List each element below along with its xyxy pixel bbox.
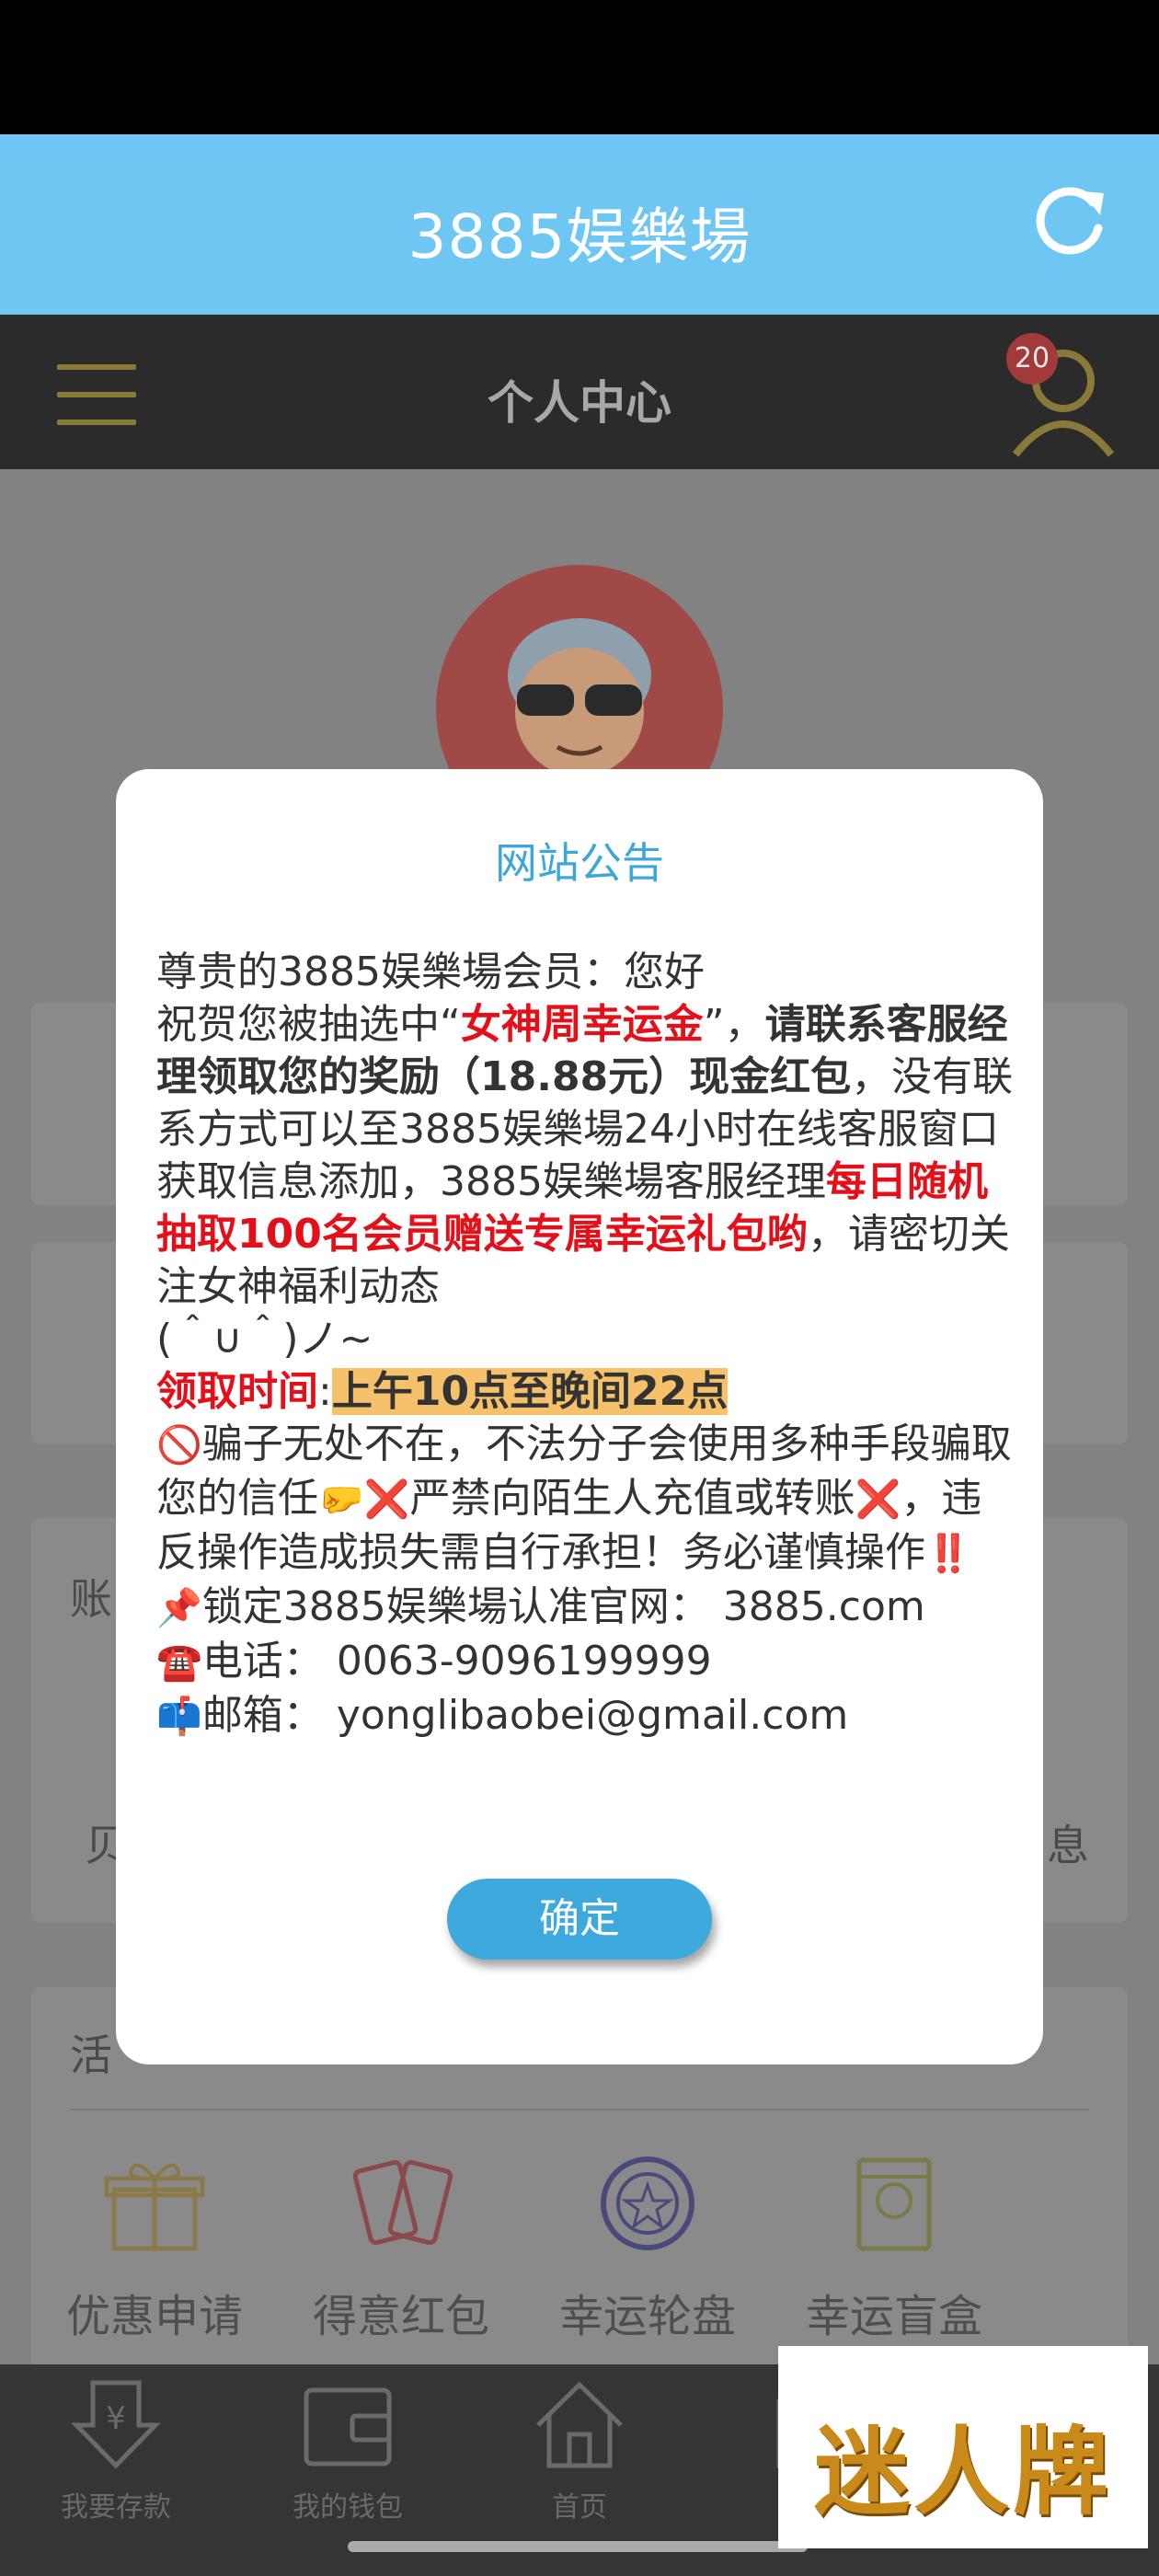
activity-item[interactable]: 幸运盲盒: [771, 2153, 1017, 2344]
status-bar: [0, 0, 1159, 134]
cross-icon: ❌: [855, 1478, 901, 1521]
modal-body: 尊贵的3885娱樂場会员：您好 祝贺您被抽选中“女神周幸运金”，请联系客服经理领…: [156, 946, 1021, 1743]
activity-label: 得意红包: [312, 2291, 489, 2342]
announcement-modal: 网站公告 尊贵的3885娱樂場会员：您好 祝贺您被抽选中“女神周幸运金”，请联系…: [116, 769, 1043, 2064]
page-title: 个人中心: [488, 376, 671, 430]
svg-text:¥: ¥: [106, 2400, 126, 2437]
activity-item[interactable]: 幸运轮盘: [524, 2153, 771, 2344]
wallet-icon: [304, 2387, 392, 2467]
email-line: 📫邮箱： yonglibaobei@gmail.com: [156, 1689, 1021, 1743]
watermark-text: 迷人牌: [813, 2416, 1112, 2528]
time-line: 领取时间:上午10点至晚间22点: [156, 1365, 1021, 1418]
double-exclamation-icon: ‼️: [925, 1533, 971, 1575]
nav-deposit[interactable]: ¥ 我要存款: [15, 2374, 217, 2524]
kaomoji-line: (＾∪＾)ノ~: [156, 1316, 373, 1363]
deposit-icon: ¥: [71, 2380, 161, 2469]
nav-label: 我的钱包: [293, 2491, 403, 2524]
telephone-icon: ☎️: [156, 1641, 202, 1684]
text-segment: 祝贺您被抽选中“: [156, 1001, 461, 1048]
pushpin-icon: 📌: [156, 1587, 202, 1629]
red-envelope-icon: [352, 2159, 453, 2246]
fist-icon: 🤛: [318, 1478, 364, 1521]
activities-title: 活: [70, 2030, 112, 2080]
watermark-logo: 迷人牌: [778, 2346, 1148, 2548]
divider: [70, 2109, 1089, 2110]
time-label: 领取时间: [156, 1368, 318, 1415]
nav-home[interactable]: 首页: [478, 2374, 681, 2524]
account-card-title: 账: [70, 1574, 112, 1624]
phone-value: 0063-9096199999: [336, 1638, 712, 1685]
email-label: 邮箱：: [201, 1692, 324, 1739]
activity-label: 幸运轮盘: [558, 2291, 736, 2342]
modal-title: 网站公告: [495, 838, 664, 888]
warning-text: 严禁向陌生人充值或转账: [409, 1475, 855, 1522]
browser-title: 3885娱樂場: [407, 201, 752, 272]
email-value: yonglibaobei@gmail.com: [336, 1692, 849, 1739]
highlight-text: 女神周幸运金: [460, 1001, 704, 1048]
prohibited-icon: 🚫: [156, 1424, 202, 1466]
text-segment: ”，: [703, 1001, 765, 1048]
browser-bar: 3885娱樂場: [0, 134, 1159, 315]
nav-label: 我要存款: [61, 2491, 171, 2524]
cross-icon: ❌: [363, 1478, 410, 1521]
phone-line: ☎️电话： 0063-9096199999: [156, 1635, 1021, 1689]
activities-row: 优惠申请 得意红包 幸运轮盘 幸运盲盒: [31, 2153, 1128, 2344]
home-indicator[interactable]: [348, 2541, 808, 2552]
confirm-button[interactable]: 确定: [447, 1879, 712, 1960]
app-header: 个人中心 20: [0, 315, 1159, 469]
nav-label: 首页: [552, 2491, 607, 2524]
home-icon: [536, 2381, 623, 2468]
mailbox-icon: 📫: [156, 1696, 202, 1738]
activity-item[interactable]: 优惠申请: [31, 2153, 278, 2344]
activity-item[interactable]: 得意红包: [278, 2153, 524, 2344]
activity-label: 优惠申请: [65, 2291, 243, 2342]
time-colon: :: [318, 1368, 332, 1415]
notification-badge: 20: [1006, 333, 1058, 385]
gift-icon: [104, 2163, 205, 2251]
phone-label: 电话：: [201, 1638, 324, 1685]
warning-paragraph: 🚫骗子无处不在，不法分子会使用多种手段骗取您的信任🤛❌严禁向陌生人充值或转账❌，…: [156, 1418, 1021, 1581]
refresh-icon[interactable]: [1028, 182, 1109, 263]
roulette-icon: [601, 2156, 694, 2250]
site-label: 锁定3885娱樂場认准官网：: [201, 1583, 710, 1630]
time-value: 上午10点至晚间22点: [331, 1368, 729, 1415]
nav-wallet[interactable]: 我的钱包: [247, 2374, 449, 2524]
greeting-line: 尊贵的3885娱樂場会员：您好: [156, 949, 705, 995]
site-value: 3885.com: [722, 1583, 925, 1630]
account-card-right-label: 息: [1047, 1821, 1089, 1870]
site-line: 📌锁定3885娱樂場认准官网： 3885.com: [156, 1581, 1021, 1635]
activity-label: 幸运盲盒: [805, 2291, 982, 2342]
mystery-box-icon: [856, 2157, 932, 2251]
announcement-paragraph: 祝贺您被抽选中“女神周幸运金”，请联系客服经理领取您的奖励（18.88元）现金红…: [156, 998, 1021, 1313]
